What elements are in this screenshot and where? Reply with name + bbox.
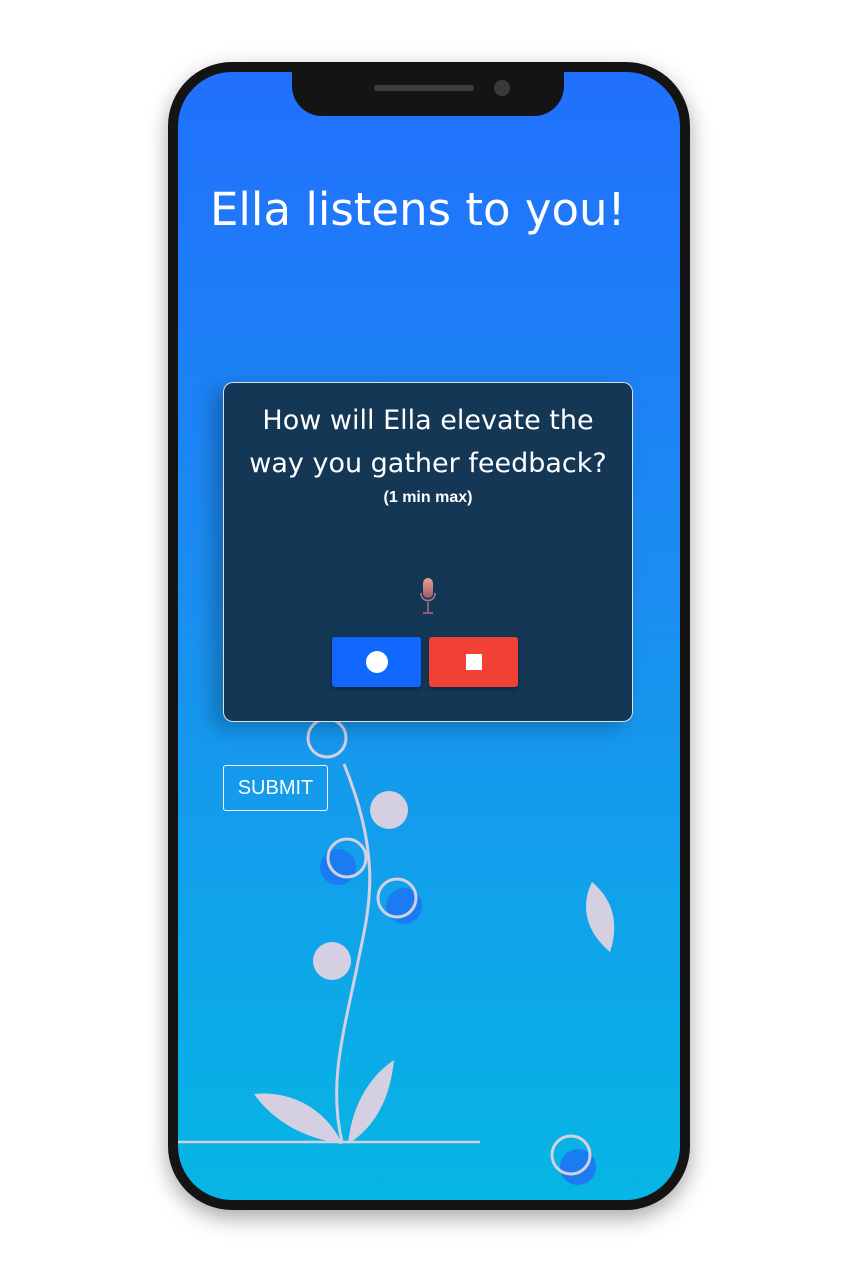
phone-notch bbox=[292, 72, 564, 116]
plant-leaf-right bbox=[348, 1060, 394, 1144]
page-title: Ella listens to you! bbox=[210, 183, 626, 236]
bubble-outline bbox=[306, 717, 348, 759]
recorder-controls bbox=[332, 637, 522, 689]
time-limit-hint: (1 min max) bbox=[383, 489, 473, 506]
record-circle-icon bbox=[366, 651, 388, 673]
speaker-grille bbox=[374, 85, 474, 91]
bubble-filled bbox=[313, 942, 351, 980]
bubble-shadow bbox=[320, 849, 356, 885]
bubble-filled bbox=[370, 791, 408, 829]
plant-leaf-left bbox=[254, 1093, 342, 1144]
voice-recorder-card: How will Ella elevate the way you gather… bbox=[223, 382, 633, 722]
submit-button[interactable]: SUBMIT bbox=[223, 765, 328, 811]
phone-frame: Ella listens to you! How will Ella eleva… bbox=[168, 62, 690, 1210]
record-button[interactable] bbox=[332, 637, 421, 687]
floating-leaf bbox=[586, 882, 615, 952]
stop-button[interactable] bbox=[429, 637, 518, 687]
microphone-icon bbox=[420, 578, 436, 614]
camera-icon bbox=[494, 80, 510, 96]
stop-square-icon bbox=[466, 654, 482, 670]
question-text: How will Ella elevate the way you gather… bbox=[249, 405, 607, 479]
phone-screen: Ella listens to you! How will Ella eleva… bbox=[178, 72, 680, 1200]
